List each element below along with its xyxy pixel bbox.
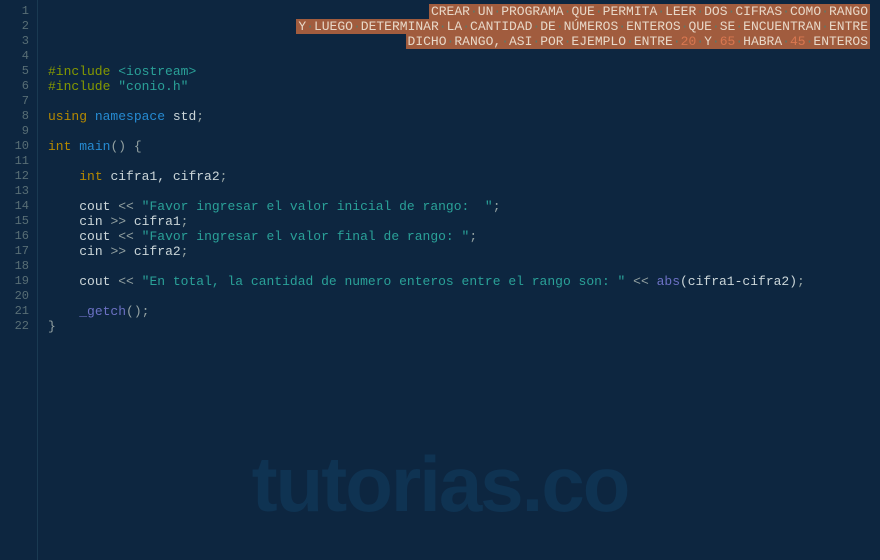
code-line[interactable] <box>48 124 880 139</box>
line-number: 21 <box>0 304 29 319</box>
line-number: 18 <box>0 259 29 274</box>
code-line[interactable] <box>48 184 880 199</box>
line-number: 3 <box>0 34 29 49</box>
line-number: 6 <box>0 79 29 94</box>
line-number: 22 <box>0 319 29 334</box>
code-line[interactable]: cin >> cifra1; <box>48 214 880 229</box>
code-line[interactable]: #include <iostream> <box>48 64 880 79</box>
code-line[interactable]: Y·LUEGO·DETERMINAR·LA·CANTIDAD·DE·NÚMERO… <box>48 19 880 34</box>
code-line[interactable] <box>48 94 880 109</box>
code-line[interactable]: int main() { <box>48 139 880 154</box>
line-number: 1 <box>0 4 29 19</box>
line-number: 7 <box>0 94 29 109</box>
code-line[interactable]: cout << "Favor ingresar el valor inicial… <box>48 199 880 214</box>
line-number: 19 <box>0 274 29 289</box>
code-line[interactable] <box>48 289 880 304</box>
code-line[interactable]: _getch(); <box>48 304 880 319</box>
code-line[interactable] <box>48 259 880 274</box>
line-number: 16 <box>0 229 29 244</box>
line-number-gutter: 1 2 3 4 5 6 7 8 9 10 11 12 13 14 15 16 1… <box>0 0 38 560</box>
line-number: 2 <box>0 19 29 34</box>
line-number: 10 <box>0 139 29 154</box>
code-line[interactable]: int cifra1, cifra2; <box>48 169 880 184</box>
code-line[interactable]: CREAR·UN·PROGRAMA·QUE·PERMITA·LEER·DOS·C… <box>48 4 880 19</box>
line-number: 4 <box>0 49 29 64</box>
comment-text: DICHO·RANGO,·ASI·POR·EJEMPLO·ENTRE·20·Y·… <box>406 34 870 49</box>
line-number: 11 <box>0 154 29 169</box>
line-number: 9 <box>0 124 29 139</box>
code-line[interactable] <box>48 154 880 169</box>
line-number: 20 <box>0 289 29 304</box>
code-content[interactable]: CREAR·UN·PROGRAMA·QUE·PERMITA·LEER·DOS·C… <box>38 0 880 560</box>
line-number: 5 <box>0 64 29 79</box>
line-number: 13 <box>0 184 29 199</box>
line-number: 14 <box>0 199 29 214</box>
code-line[interactable]: } <box>48 319 880 334</box>
comment-text: CREAR·UN·PROGRAMA·QUE·PERMITA·LEER·DOS·C… <box>429 4 870 19</box>
code-line[interactable]: DICHO·RANGO,·ASI·POR·EJEMPLO·ENTRE·20·Y·… <box>48 34 880 49</box>
line-number: 8 <box>0 109 29 124</box>
line-number: 17 <box>0 244 29 259</box>
comment-text: Y·LUEGO·DETERMINAR·LA·CANTIDAD·DE·NÚMERO… <box>296 19 870 34</box>
line-number: 12 <box>0 169 29 184</box>
code-line[interactable]: using namespace std; <box>48 109 880 124</box>
code-line[interactable] <box>48 49 880 64</box>
code-line[interactable]: cout << "En total, la cantidad de numero… <box>48 274 880 289</box>
code-line[interactable]: cout << "Favor ingresar el valor final d… <box>48 229 880 244</box>
code-line[interactable]: cin >> cifra2; <box>48 244 880 259</box>
code-editor: 1 2 3 4 5 6 7 8 9 10 11 12 13 14 15 16 1… <box>0 0 880 560</box>
code-line[interactable]: #include "conio.h" <box>48 79 880 94</box>
line-number: 15 <box>0 214 29 229</box>
